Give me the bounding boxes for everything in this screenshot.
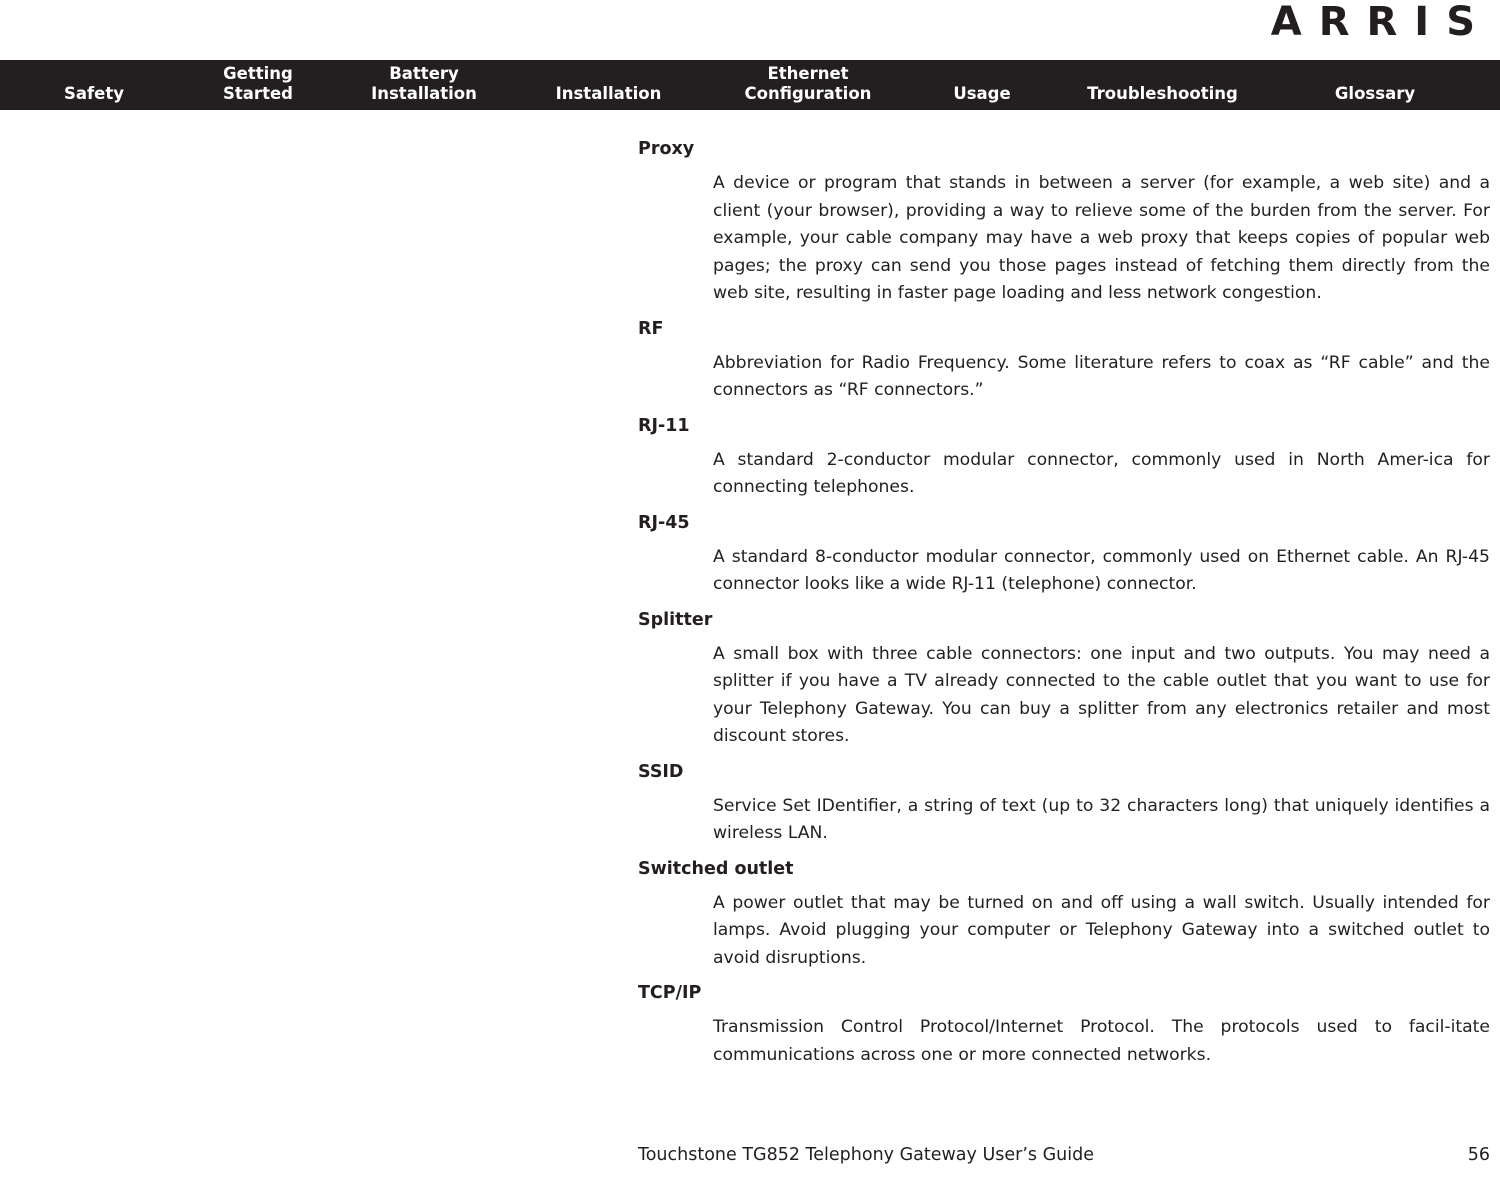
glossary-term: RJ-45 xyxy=(638,512,690,533)
page-footer: Touchstone TG852 Telephony Gateway User’… xyxy=(638,1145,1490,1165)
page-number: 56 xyxy=(1467,1145,1490,1165)
glossary-term: Splitter xyxy=(638,609,713,630)
glossary-definition: Service Set IDentifier, a string of text… xyxy=(713,795,1490,844)
glossary-definition: A small box with three cable connectors:… xyxy=(713,643,1490,747)
glossary-term: Switched outlet xyxy=(638,858,794,879)
nav-item-ethernet-configuration[interactable]: Ethernet Configuration xyxy=(697,64,919,110)
nav-item-usage[interactable]: Usage xyxy=(919,84,1045,110)
glossary-entry: SSID Service Set IDentifier, a string of… xyxy=(638,759,1490,848)
nav-item-battery-installation[interactable]: Battery Installation xyxy=(328,64,520,110)
glossary-entry: RF Abbreviation for Radio Frequency. Som… xyxy=(638,316,1490,405)
glossary-entry: Splitter A small box with three cable co… xyxy=(638,607,1490,751)
nav-item-troubleshooting[interactable]: Troubleshooting xyxy=(1045,84,1280,110)
glossary-definition: A standard 2-conductor modular connector… xyxy=(713,449,1490,498)
glossary-definition: A power outlet that may be turned on and… xyxy=(713,892,1490,968)
arris-logo: ARRIS xyxy=(1270,0,1492,45)
glossary-term: RF xyxy=(638,318,664,339)
glossary-entry-list: Proxy A device or program that stands in… xyxy=(638,136,1490,1077)
glossary-definition: Abbreviation for Radio Frequency. Some l… xyxy=(713,352,1490,401)
chapter-navigation-bar: Safety Getting Started Battery Installat… xyxy=(0,60,1500,110)
glossary-entry: RJ-45 A standard 8-conductor modular con… xyxy=(638,510,1490,599)
glossary-entry: Proxy A device or program that stands in… xyxy=(638,136,1490,308)
document-title: Touchstone TG852 Telephony Gateway User’… xyxy=(638,1145,1094,1165)
glossary-entry: TCP/IP Transmission Control Protocol/Int… xyxy=(638,980,1490,1069)
nav-item-glossary[interactable]: Glossary xyxy=(1280,84,1470,110)
brand-bar: ARRIS xyxy=(0,0,1500,60)
glossary-entry: Switched outlet A power outlet that may … xyxy=(638,856,1490,973)
nav-item-safety[interactable]: Safety xyxy=(0,84,188,110)
glossary-term: Proxy xyxy=(638,139,695,159)
nav-item-getting-started[interactable]: Getting Started xyxy=(188,64,328,110)
glossary-term: TCP/IP xyxy=(638,983,702,1003)
glossary-term: RJ-11 xyxy=(638,415,690,436)
glossary-definition: A device or program that stands in betwe… xyxy=(713,173,1490,303)
glossary-term: SSID xyxy=(638,761,684,782)
nav-item-installation[interactable]: Installation xyxy=(520,84,697,110)
glossary-definition: Transmission Control Protocol/Internet P… xyxy=(713,1017,1490,1065)
glossary-entry: RJ-11 A standard 2-conductor modular con… xyxy=(638,413,1490,502)
glossary-definition: A standard 8-conductor modular connector… xyxy=(713,546,1490,595)
